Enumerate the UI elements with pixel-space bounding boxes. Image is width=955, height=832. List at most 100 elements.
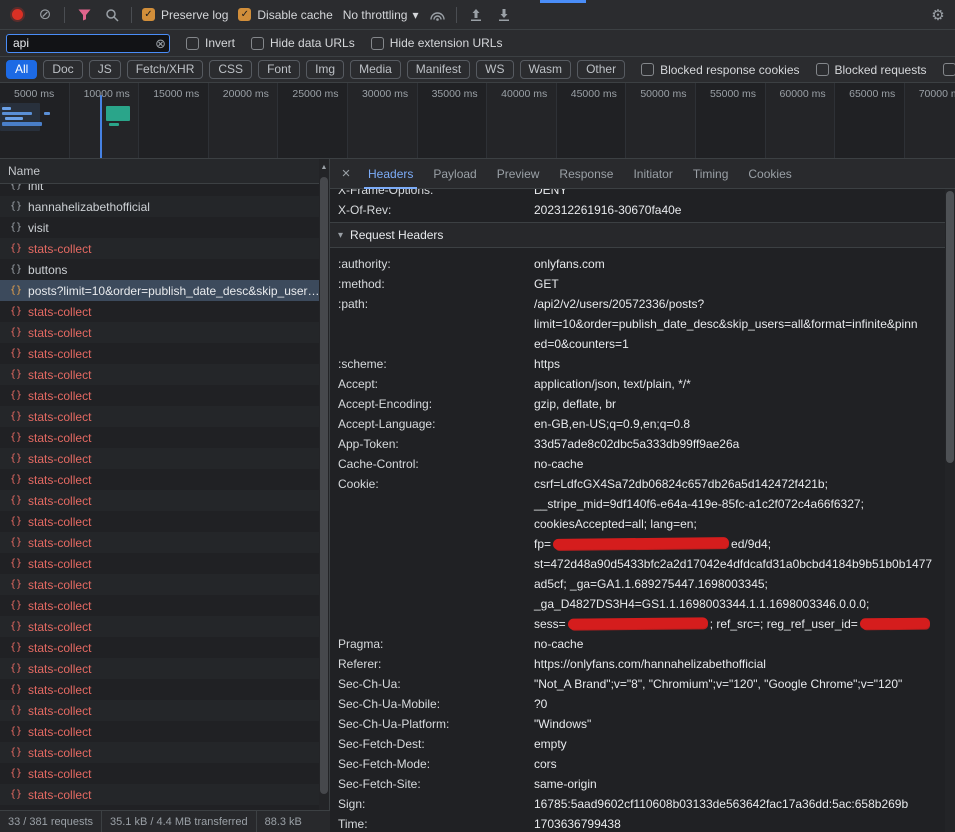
request-row[interactable]: {}stats-collect bbox=[0, 322, 319, 343]
hide-extension-urls-checkbox[interactable]: Hide extension URLs bbox=[371, 36, 503, 50]
request-row[interactable]: {}stats-collect bbox=[0, 385, 319, 406]
filter-chip-media[interactable]: Media bbox=[350, 60, 401, 79]
preserve-log-checkbox[interactable]: ✓ Preserve log bbox=[142, 8, 228, 22]
filter-chip-css[interactable]: CSS bbox=[209, 60, 252, 79]
request-row[interactable]: {}stats-collect bbox=[0, 700, 319, 721]
header-value: ?0 bbox=[534, 694, 945, 714]
request-list-scrollbar[interactable]: ▲ bbox=[319, 159, 329, 810]
record-button[interactable] bbox=[8, 6, 26, 24]
request-row[interactable]: {}init bbox=[0, 184, 319, 196]
request-headers-section[interactable]: ▾ Request Headers bbox=[330, 223, 945, 248]
request-row[interactable]: {}stats-collect bbox=[0, 763, 319, 784]
request-row[interactable]: {}buttons bbox=[0, 259, 319, 280]
filter-chip-font[interactable]: Font bbox=[258, 60, 300, 79]
filter-chip-all[interactable]: All bbox=[6, 60, 37, 79]
request-row[interactable]: {}stats-collect bbox=[0, 553, 319, 574]
request-row[interactable]: {}posts?limit=10&order=publish_date_desc… bbox=[0, 280, 319, 301]
clear-filter-icon[interactable]: ⊗ bbox=[155, 36, 166, 52]
checkbox-unchecked-icon bbox=[371, 37, 384, 50]
request-row[interactable]: {}visit bbox=[0, 217, 319, 238]
checkbox-blocked-requests[interactable]: Blocked requests bbox=[816, 63, 927, 77]
search-button[interactable] bbox=[103, 6, 121, 24]
tab-initiator[interactable]: Initiator bbox=[623, 159, 682, 189]
filter-chip-doc[interactable]: Doc bbox=[43, 60, 82, 79]
request-row[interactable]: {}stats-collect bbox=[0, 343, 319, 364]
request-row[interactable]: {}stats-collect bbox=[0, 301, 319, 322]
filter-chip-other[interactable]: Other bbox=[577, 60, 625, 79]
request-row[interactable]: {}stats-collect bbox=[0, 616, 319, 637]
tab-timing[interactable]: Timing bbox=[683, 159, 739, 189]
tab-cookies[interactable]: Cookies bbox=[738, 159, 801, 189]
name-column-header[interactable]: Name bbox=[0, 159, 329, 184]
request-row[interactable]: {}stats-collect bbox=[0, 448, 319, 469]
network-conditions-button[interactable] bbox=[428, 6, 446, 24]
tab-response[interactable]: Response bbox=[549, 159, 623, 189]
tab-preview[interactable]: Preview bbox=[487, 159, 550, 189]
request-row[interactable]: {}stats-collect bbox=[0, 574, 319, 595]
details-tab-bar: × HeadersPayloadPreviewResponseInitiator… bbox=[330, 159, 955, 189]
type-filter-toolbar: All Doc JS Fetch/XHR CSS Font Img Media Manifest… bbox=[0, 57, 955, 83]
request-row[interactable]: {}stats-collect bbox=[0, 595, 319, 616]
request-row[interactable]: {}stats-collect bbox=[0, 238, 319, 259]
request-row[interactable]: {}stats-collect bbox=[0, 637, 319, 658]
request-name: stats-collect bbox=[28, 599, 91, 613]
scrollbar-thumb[interactable] bbox=[320, 177, 328, 794]
overview-tick-label: 5000 ms bbox=[14, 88, 54, 100]
request-row[interactable]: {}stats-collect bbox=[0, 679, 319, 700]
checkbox-3rd-party-requests[interactable]: 3rd-party requests bbox=[943, 63, 955, 77]
checkbox-blocked-response-cookies[interactable]: Blocked response cookies bbox=[641, 63, 799, 77]
filter-input[interactable] bbox=[6, 34, 170, 53]
import-har-button[interactable] bbox=[467, 6, 485, 24]
overview-timeline[interactable]: 5000 ms10000 ms15000 ms20000 ms25000 ms3… bbox=[0, 83, 955, 159]
request-row[interactable]: {}stats-collect bbox=[0, 427, 319, 448]
request-name: stats-collect bbox=[28, 788, 91, 802]
hide-data-urls-checkbox[interactable]: Hide data URLs bbox=[251, 36, 355, 50]
request-row[interactable]: {}stats-collect bbox=[0, 490, 319, 511]
invert-checkbox[interactable]: Invert bbox=[186, 36, 235, 50]
throttling-dropdown[interactable]: No throttling ▾ bbox=[343, 8, 419, 22]
overview-selection-line[interactable] bbox=[100, 95, 102, 159]
tab-payload[interactable]: Payload bbox=[423, 159, 486, 189]
request-row[interactable]: {}hannahelizabethofficial bbox=[0, 196, 319, 217]
header-row: App-Token:33d57ade8c02dbc5a333db99ff9ae2… bbox=[330, 434, 945, 454]
request-row[interactable]: {}stats-collect bbox=[0, 658, 319, 679]
request-type-icon: {} bbox=[10, 789, 22, 800]
filter-chip-ws[interactable]: WS bbox=[476, 60, 513, 79]
clear-network-log-button[interactable]: ⊘ bbox=[36, 6, 54, 24]
request-row[interactable]: {}stats-collect bbox=[0, 532, 319, 553]
type-filter-checkboxes: Blocked response cookies Blocked requests… bbox=[641, 63, 955, 77]
close-icon[interactable]: × bbox=[334, 165, 358, 182]
request-type-icon: {} bbox=[10, 369, 22, 380]
request-row[interactable]: {}stats-collect bbox=[0, 742, 319, 763]
header-row: Time:1703636799438 bbox=[330, 814, 945, 832]
request-row[interactable]: {} stats-collect bbox=[0, 784, 319, 805]
header-name: :path: bbox=[338, 294, 534, 354]
header-value: https://onlyfans.com/hannahelizabethoffi… bbox=[534, 654, 945, 674]
scrollbar-thumb[interactable] bbox=[946, 191, 954, 463]
tab-headers[interactable]: Headers bbox=[358, 159, 423, 189]
header-name: Sec-Fetch-Mode: bbox=[338, 754, 534, 774]
filter-chip-fetch-xhr[interactable]: Fetch/XHR bbox=[127, 60, 204, 79]
filter-button[interactable] bbox=[75, 6, 93, 24]
header-value: 33d57ade8c02dbc5a333db99ff9ae26a bbox=[534, 434, 945, 454]
request-row[interactable]: {}stats-collect bbox=[0, 364, 319, 385]
toolbar-separator bbox=[456, 7, 457, 23]
request-row[interactable]: {}stats-collect bbox=[0, 406, 319, 427]
filter-input-wrap: ⊗ bbox=[6, 34, 170, 53]
request-row[interactable]: {}stats-collect bbox=[0, 469, 319, 490]
filter-chip-wasm[interactable]: Wasm bbox=[520, 60, 572, 79]
toolbar-separator bbox=[131, 7, 132, 23]
filter-chip-js[interactable]: JS bbox=[89, 60, 121, 79]
checkbox-unchecked-icon bbox=[816, 63, 829, 76]
disable-cache-checkbox[interactable]: ✓ Disable cache bbox=[238, 8, 332, 22]
filter-chip-manifest[interactable]: Manifest bbox=[407, 60, 470, 79]
export-har-button[interactable] bbox=[495, 6, 513, 24]
settings-button[interactable]: ⚙ bbox=[929, 6, 947, 24]
overview-column: 45000 ms bbox=[557, 83, 627, 158]
request-row[interactable]: {}stats-collect bbox=[0, 511, 319, 532]
request-row[interactable]: {}stats-collect bbox=[0, 721, 319, 742]
details-scrollbar[interactable] bbox=[945, 189, 955, 832]
filter-chip-img[interactable]: Img bbox=[306, 60, 344, 79]
header-row: Accept-Language:en-GB,en-US;q=0.9,en;q=0… bbox=[330, 414, 945, 434]
header-name: X-Frame-Options: bbox=[338, 189, 534, 200]
